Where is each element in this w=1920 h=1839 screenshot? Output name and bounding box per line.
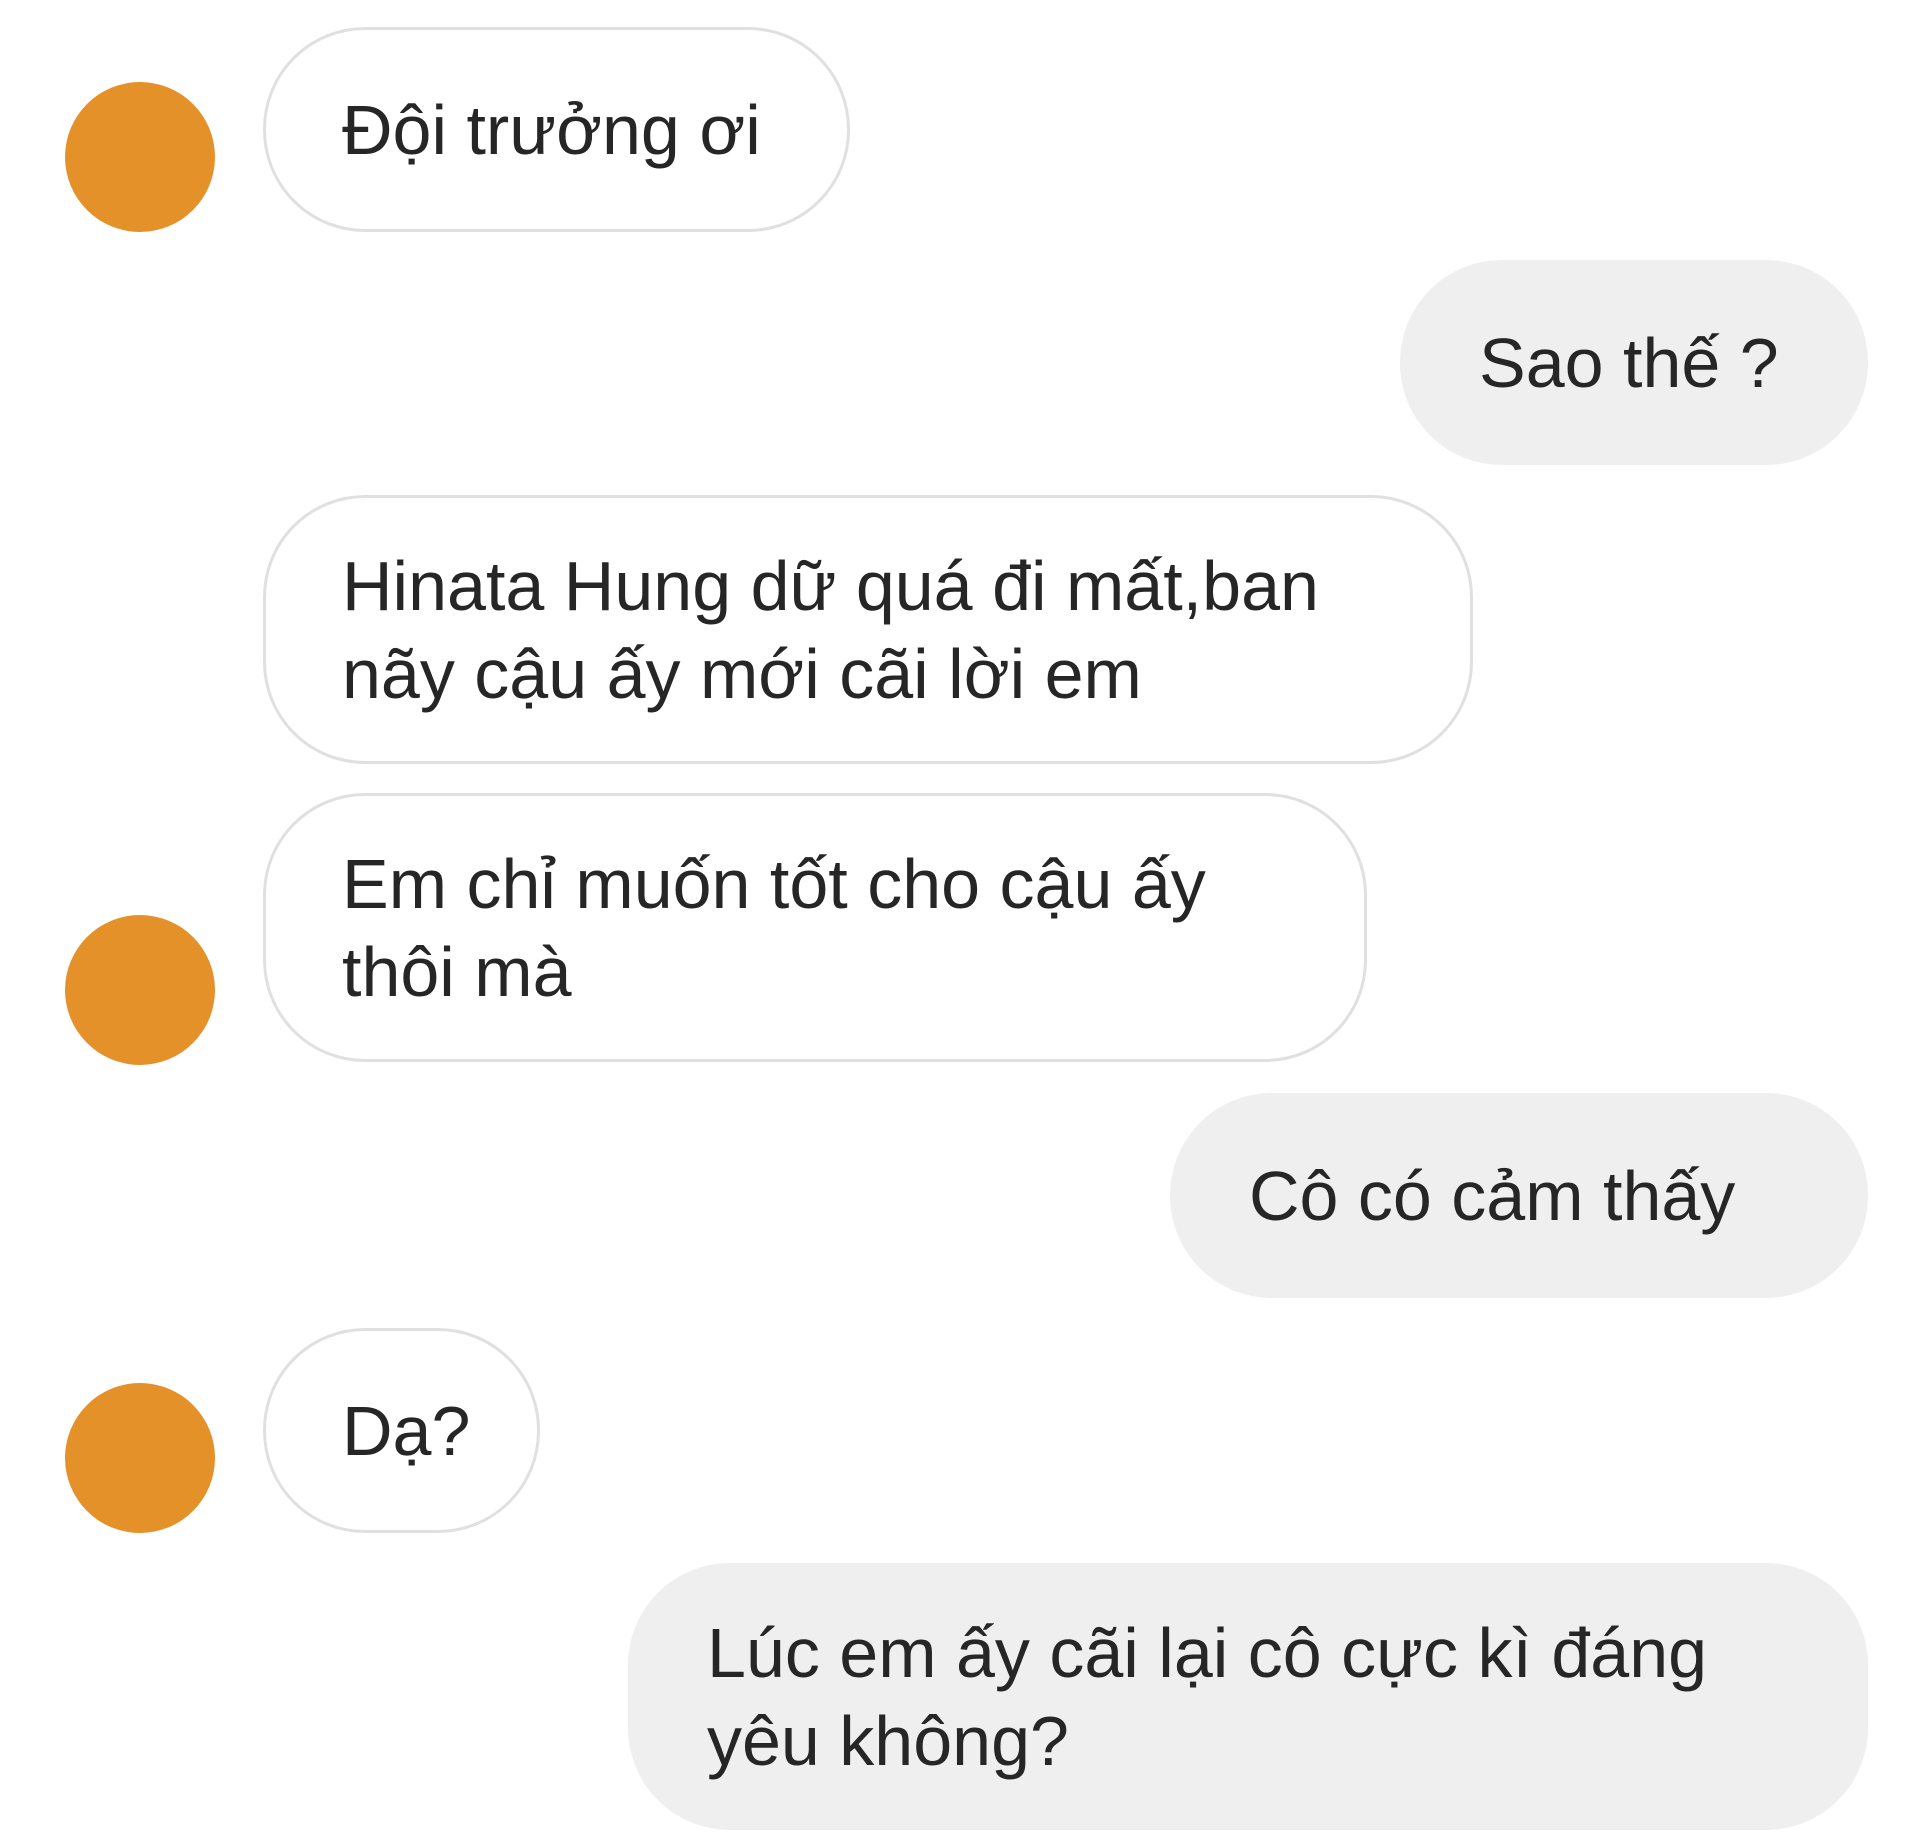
contact-avatar[interactable] xyxy=(65,915,215,1065)
message-text: Cô có cảm thấy xyxy=(1249,1156,1736,1235)
message-bubble-incoming[interactable]: Đội trưởng ơi xyxy=(263,27,850,232)
message-bubble-outgoing[interactable]: Cô có cảm thấy xyxy=(1170,1093,1868,1298)
message-text: Dạ? xyxy=(342,1391,471,1470)
message-bubble-outgoing[interactable]: Sao thế ? xyxy=(1400,260,1868,465)
contact-avatar[interactable] xyxy=(65,82,215,232)
message-bubble-incoming[interactable]: Hinata Hung dữ quá đi mất,ban nãy cậu ấy… xyxy=(263,495,1473,764)
message-bubble-incoming[interactable]: Em chỉ muốn tốt cho cậu ấy thôi mà xyxy=(263,793,1367,1062)
message-text: Em chỉ muốn tốt cho cậu ấy thôi mà xyxy=(342,844,1226,1011)
message-text: Hinata Hung dữ quá đi mất,ban nãy cậu ấy… xyxy=(342,546,1339,713)
chat-thread: Đội trưởng ơi Sao thế ? Hinata Hung dữ q… xyxy=(0,0,1920,1839)
contact-avatar[interactable] xyxy=(65,1383,215,1533)
message-bubble-outgoing[interactable]: Lúc em ấy cãi lại cô cực kì đáng yêu khô… xyxy=(628,1563,1868,1830)
message-text: Lúc em ấy cãi lại cô cực kì đáng yêu khô… xyxy=(707,1613,1727,1780)
message-text: Sao thế ? xyxy=(1479,323,1779,402)
message-bubble-incoming[interactable]: Dạ? xyxy=(263,1328,540,1533)
message-text: Đội trưởng ơi xyxy=(342,90,761,169)
